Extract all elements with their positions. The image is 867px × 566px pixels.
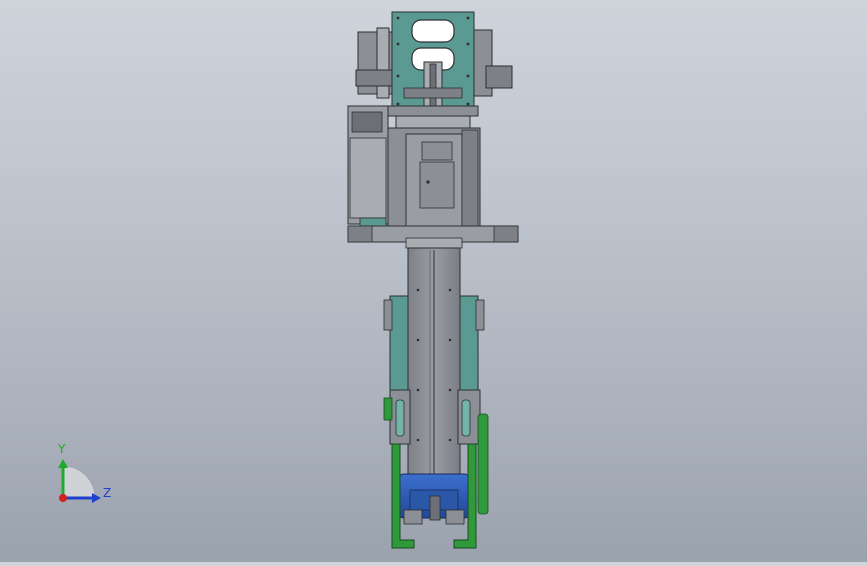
left-teal-plate xyxy=(389,295,411,393)
triad-graphic xyxy=(58,459,101,503)
gripper-shaft xyxy=(429,63,437,109)
z-axis-arrow xyxy=(92,493,101,503)
z-axis-label: Z xyxy=(103,486,112,500)
right-clamp xyxy=(485,65,513,89)
gripper-cross xyxy=(403,87,463,99)
cross-beam-right-lip xyxy=(493,225,519,243)
coordinate-triad: Y Z xyxy=(44,440,124,510)
cross-beam-left-lip xyxy=(347,225,373,243)
machine-assembly-drawing[interactable] xyxy=(0,0,867,562)
left-clamp xyxy=(355,69,393,87)
motor-teal-tab xyxy=(359,217,387,227)
y-axis-label: Y xyxy=(58,442,66,456)
cross-beam-center xyxy=(405,237,463,249)
carriage-flange xyxy=(395,115,471,129)
x-axis-origin xyxy=(59,494,67,502)
top-slot-1 xyxy=(411,19,455,43)
carriage-base xyxy=(387,105,479,117)
motor-cap xyxy=(351,111,383,133)
motor-window xyxy=(349,137,387,219)
left-green-bracket xyxy=(383,397,393,421)
left-roller xyxy=(395,399,405,437)
right-teal-plate xyxy=(457,295,479,393)
left-guide-rail xyxy=(376,27,390,99)
claw-jaw-right xyxy=(445,509,465,525)
claw-bottom-mount xyxy=(429,495,441,521)
y-axis-arrow xyxy=(58,459,68,468)
left-side-bracket xyxy=(383,299,393,331)
claw-jaw-left xyxy=(403,509,423,525)
column-right-side xyxy=(461,129,479,229)
column-panel-top xyxy=(421,141,453,161)
right-side-bracket xyxy=(475,299,485,331)
column-panel xyxy=(419,161,455,209)
right-roller xyxy=(461,399,471,437)
cad-viewport[interactable]: Y Z xyxy=(0,0,867,562)
right-green-belt xyxy=(477,413,489,515)
column-bolt xyxy=(426,180,430,184)
triad-arc xyxy=(62,465,96,499)
